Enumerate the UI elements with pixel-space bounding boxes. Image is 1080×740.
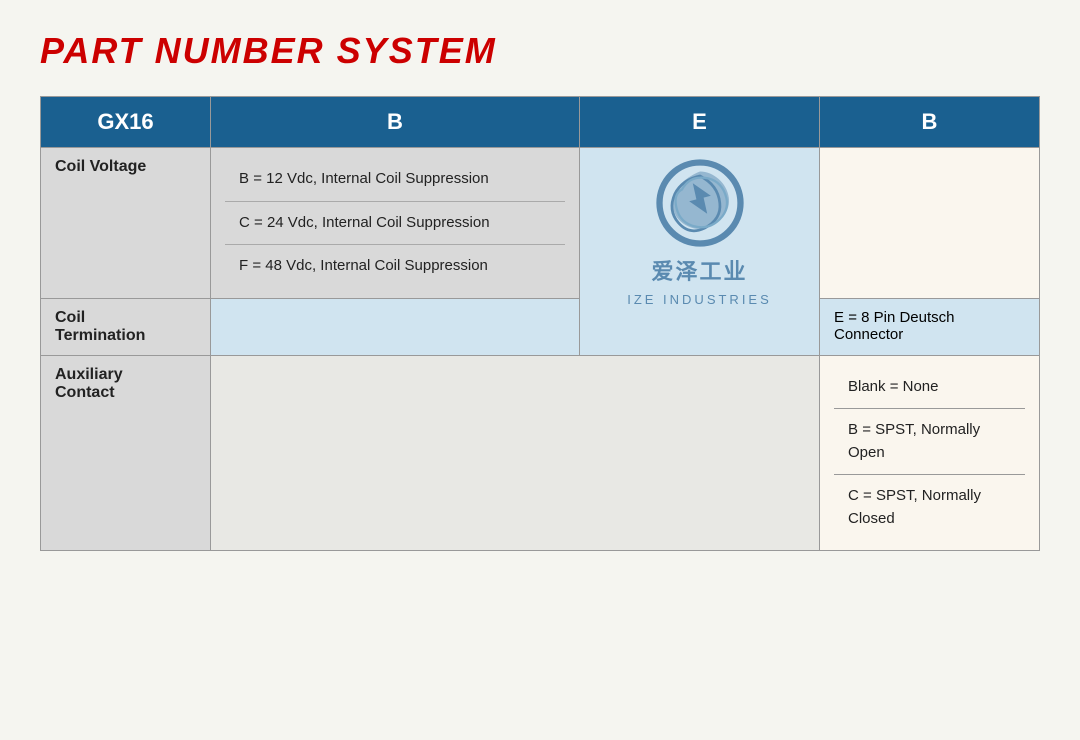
watermark-cell: 爱泽工业 IZE INDUSTRIES [580,148,820,356]
table-header-row: GX16 B E B [41,97,1040,148]
page-title: PART NUMBER SYSTEM [40,30,1040,72]
watermark-logo: 爱泽工业 IZE INDUSTRIES [594,158,805,307]
auxiliary-contact-options: Blank = None B = SPST, Normally Open C =… [834,366,1025,541]
coil-termination-last-col: E = 8 Pin Deutsch Connector [820,298,1040,355]
coil-voltage-last-col [820,148,1040,299]
header-col4: B [820,97,1040,148]
coil-termination-label: CoilTermination [41,298,211,355]
auxiliary-contact-row: AuxiliaryContact Blank = None B = SPST, … [41,355,1040,551]
coil-voltage-options-cell: B = 12 Vdc, Internal Coil Suppression C … [211,148,580,299]
aux-option-c: C = SPST, Normally Closed [834,475,1025,540]
auxiliary-contact-label: AuxiliaryContact [41,355,211,551]
coil-voltage-options: B = 12 Vdc, Internal Coil Suppression C … [225,158,565,288]
coil-voltage-option-c: C = 24 Vdc, Internal Coil Suppression [225,202,565,246]
aux-option-b: B = SPST, Normally Open [834,409,1025,475]
coil-termination-row: CoilTermination E = 8 Pin Deutsch Connec… [41,298,1040,355]
coil-voltage-option-f: F = 48 Vdc, Internal Coil Suppression [225,245,565,288]
header-col2: B [211,97,580,148]
page-container: PART NUMBER SYSTEM GX16 B E B Coil Volta… [0,0,1080,740]
aux-option-blank: Blank = None [834,366,1025,410]
watermark-text-cn: 爱泽工业 [651,254,747,286]
header-col1: GX16 [41,97,211,148]
coil-termination-b-cell [211,298,580,355]
auxiliary-contact-options-cell: Blank = None B = SPST, Normally Open C =… [820,355,1040,551]
auxiliary-contact-span-cell [211,355,820,551]
coil-voltage-row: Coil Voltage B = 12 Vdc, Internal Coil S… [41,148,1040,299]
part-number-table: GX16 B E B Coil Voltage B = 12 Vdc, Inte… [40,96,1040,551]
watermark-text-en: IZE INDUSTRIES [627,292,772,307]
ize-logo-svg [655,158,745,248]
header-col3: E [580,97,820,148]
coil-voltage-option-b: B = 12 Vdc, Internal Coil Suppression [225,158,565,202]
coil-voltage-label: Coil Voltage [41,148,211,299]
